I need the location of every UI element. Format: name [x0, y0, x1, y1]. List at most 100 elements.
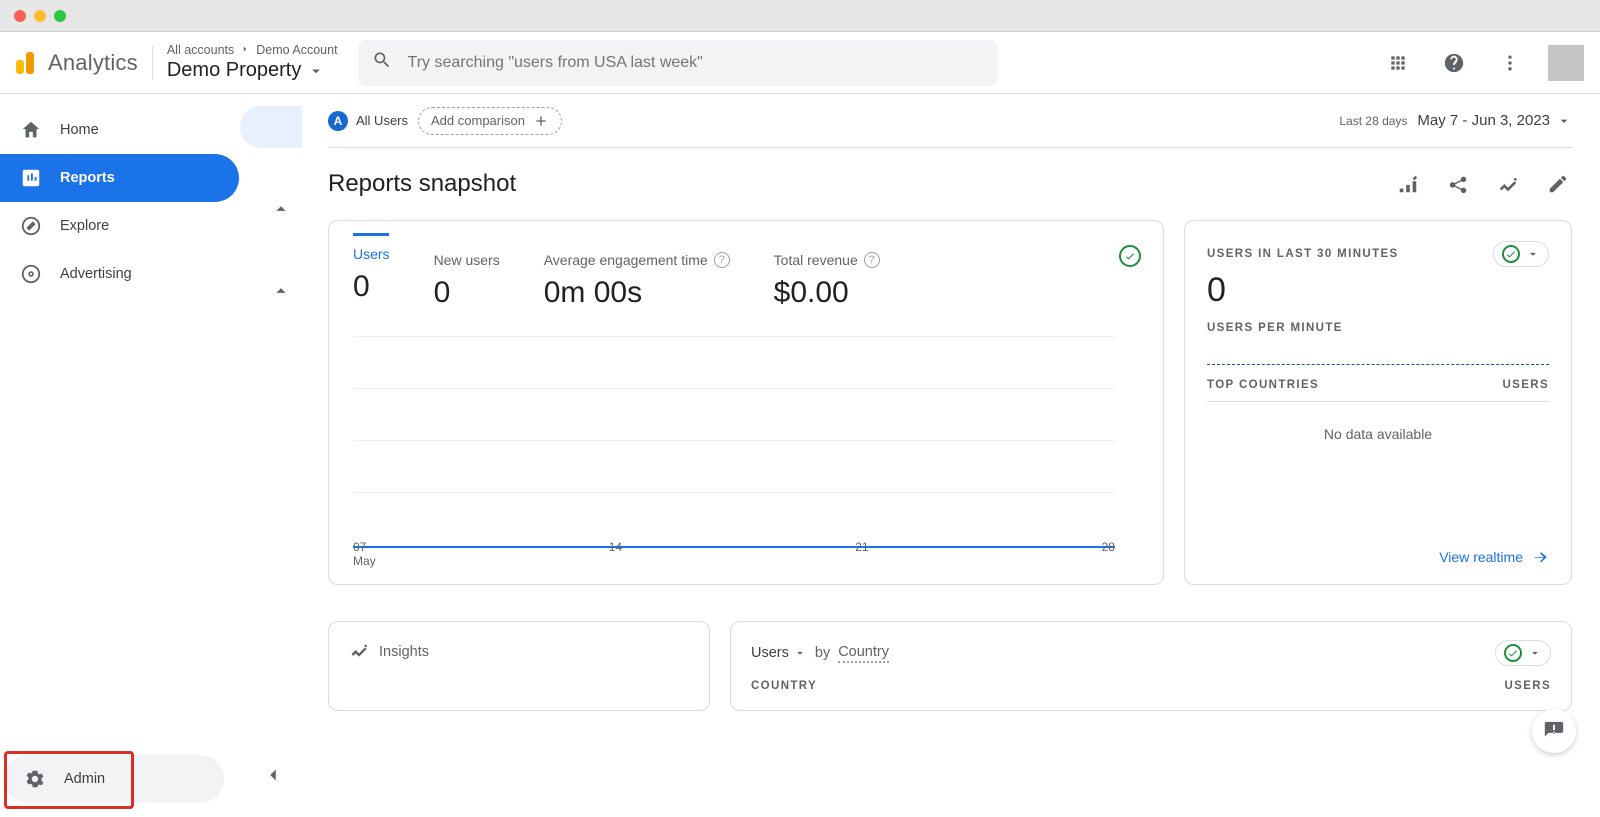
caret-down-icon [1528, 646, 1542, 660]
sparkline-empty [1207, 364, 1549, 365]
metric-value: 0m 00s [544, 276, 730, 310]
users-col: USERS [1504, 680, 1551, 692]
metric-value: 0 [434, 276, 500, 310]
insights-title: Insights [379, 644, 429, 660]
sidebar-item-label: Home [60, 122, 99, 138]
top-countries-heading: TOP COUNTRIES [1207, 379, 1319, 391]
data-quality-menu[interactable] [1493, 241, 1549, 267]
metric-label: Total revenue? [774, 252, 880, 268]
page-actions [1394, 170, 1572, 198]
sidebar-item-label: Admin [64, 771, 105, 787]
sidebar-item-reports[interactable]: Reports [0, 154, 239, 202]
divider [152, 46, 153, 80]
brand-block: Analytics [16, 50, 138, 76]
metric-label: New users [434, 252, 500, 268]
realtime-card: USERS IN LAST 30 MINUTES 0 USERS PER MIN… [1184, 220, 1572, 585]
metric-total-revenue[interactable]: Total revenue? $0.00 [774, 241, 880, 310]
property-name: Demo Property [167, 59, 302, 82]
feedback-button[interactable] [1532, 709, 1576, 753]
share-icon[interactable] [1444, 170, 1472, 198]
avatar[interactable] [1548, 45, 1584, 81]
breadcrumb-accounts: All accounts [167, 43, 234, 57]
sidebar-item-advertising[interactable]: Advertising [0, 250, 239, 298]
metric-value: $0.00 [774, 276, 880, 310]
dimension-picker[interactable]: Users [751, 645, 807, 661]
help-icon[interactable]: ? [864, 252, 880, 268]
breakdown-picker[interactable]: Country [838, 644, 889, 663]
sidebar-item-label: Reports [60, 170, 115, 186]
chevron-up-icon[interactable] [270, 280, 292, 307]
edit-icon[interactable] [1544, 170, 1572, 198]
users-col-heading: USERS [1502, 379, 1549, 391]
segment-chip[interactable]: A All Users [328, 111, 408, 131]
data-quality-menu[interactable] [1495, 640, 1551, 666]
by-label: by [815, 645, 830, 661]
status-ok-icon[interactable] [1119, 245, 1141, 267]
sidebar-item-label: Explore [60, 218, 109, 234]
collapse-panel-button[interactable] [262, 764, 284, 791]
date-range: May 7 - Jun 3, 2023 [1417, 112, 1550, 129]
window-close-dot[interactable] [14, 10, 26, 22]
breadcrumb-account: Demo Account [256, 43, 337, 57]
help-icon[interactable] [1436, 45, 1472, 81]
chevron-right-icon [240, 43, 250, 57]
analytics-logo-icon [16, 52, 34, 74]
insights-icon [349, 640, 369, 664]
secondary-nav [240, 94, 302, 817]
secondary-nav-selected-bg [240, 106, 302, 148]
main-content: A All Users Add comparison Last 28 days … [302, 94, 1600, 817]
overview-card: Users 0 New users 0 Average engagement t… [328, 220, 1164, 585]
window-minimize-dot[interactable] [34, 10, 46, 22]
caret-down-icon [793, 646, 807, 660]
sidebar-item-label: Advertising [60, 266, 132, 282]
insights-icon[interactable] [1494, 170, 1522, 198]
segment-label: All Users [356, 113, 408, 128]
caret-down-icon [307, 62, 325, 80]
date-preset: Last 28 days [1339, 114, 1407, 128]
kebab-icon[interactable] [1492, 45, 1528, 81]
property-picker[interactable]: All accounts Demo Account Demo Property [167, 43, 338, 82]
customize-icon[interactable] [1394, 170, 1422, 198]
chart-x-ticks: 07May 14 21 28 [353, 540, 1115, 568]
caret-down-icon [1526, 247, 1540, 261]
metric-new-users[interactable]: New users 0 [434, 241, 500, 310]
sidebar-item-home[interactable]: Home [0, 106, 239, 154]
metric-users[interactable]: Users 0 [353, 241, 390, 310]
date-range-picker[interactable]: Last 28 days May 7 - Jun 3, 2023 [1339, 112, 1572, 129]
users-by-country-card: Users by Country COUNTRY USERS [730, 621, 1572, 711]
add-comparison-label: Add comparison [431, 113, 525, 128]
header-actions [1380, 45, 1584, 81]
add-comparison-button[interactable]: Add comparison [418, 107, 562, 135]
sidebar-item-admin[interactable]: Admin [4, 755, 224, 803]
filters-row: A All Users Add comparison Last 28 days … [328, 94, 1572, 148]
apps-icon[interactable] [1380, 45, 1416, 81]
breadcrumb: All accounts Demo Account [167, 43, 338, 57]
search-icon [372, 50, 392, 75]
metric-value: 0 [353, 270, 390, 304]
empty-state: No data available [1207, 426, 1549, 442]
view-realtime-link[interactable]: View realtime [1439, 548, 1549, 566]
metrics-row: Users 0 New users 0 Average engagement t… [353, 241, 1139, 310]
sidebar: Home Reports Explore Advertising Admin [0, 94, 240, 817]
app-header: Analytics All accounts Demo Account Demo… [0, 32, 1600, 94]
metric-label: Users [353, 246, 390, 262]
insights-card: Insights [328, 621, 710, 711]
sidebar-item-explore[interactable]: Explore [0, 202, 239, 250]
page-title: Reports snapshot [328, 170, 516, 198]
help-icon[interactable]: ? [714, 252, 730, 268]
metric-label: Average engagement time? [544, 252, 730, 268]
trend-chart: 07May 14 21 28 [353, 336, 1139, 566]
search-input[interactable] [406, 53, 984, 73]
segment-badge: A [328, 111, 348, 131]
window-zoom-dot[interactable] [54, 10, 66, 22]
brand-name: Analytics [48, 50, 138, 76]
search-bar[interactable] [358, 40, 998, 86]
country-col: COUNTRY [751, 680, 817, 692]
realtime-heading: USERS IN LAST 30 MINUTES [1207, 248, 1399, 260]
per-minute-heading: USERS PER MINUTE [1207, 322, 1549, 334]
chevron-up-icon[interactable] [270, 198, 292, 225]
window-titlebar [0, 0, 1600, 32]
realtime-value: 0 [1207, 271, 1549, 310]
metric-avg-engagement[interactable]: Average engagement time? 0m 00s [544, 241, 730, 310]
caret-down-icon [1556, 113, 1572, 129]
